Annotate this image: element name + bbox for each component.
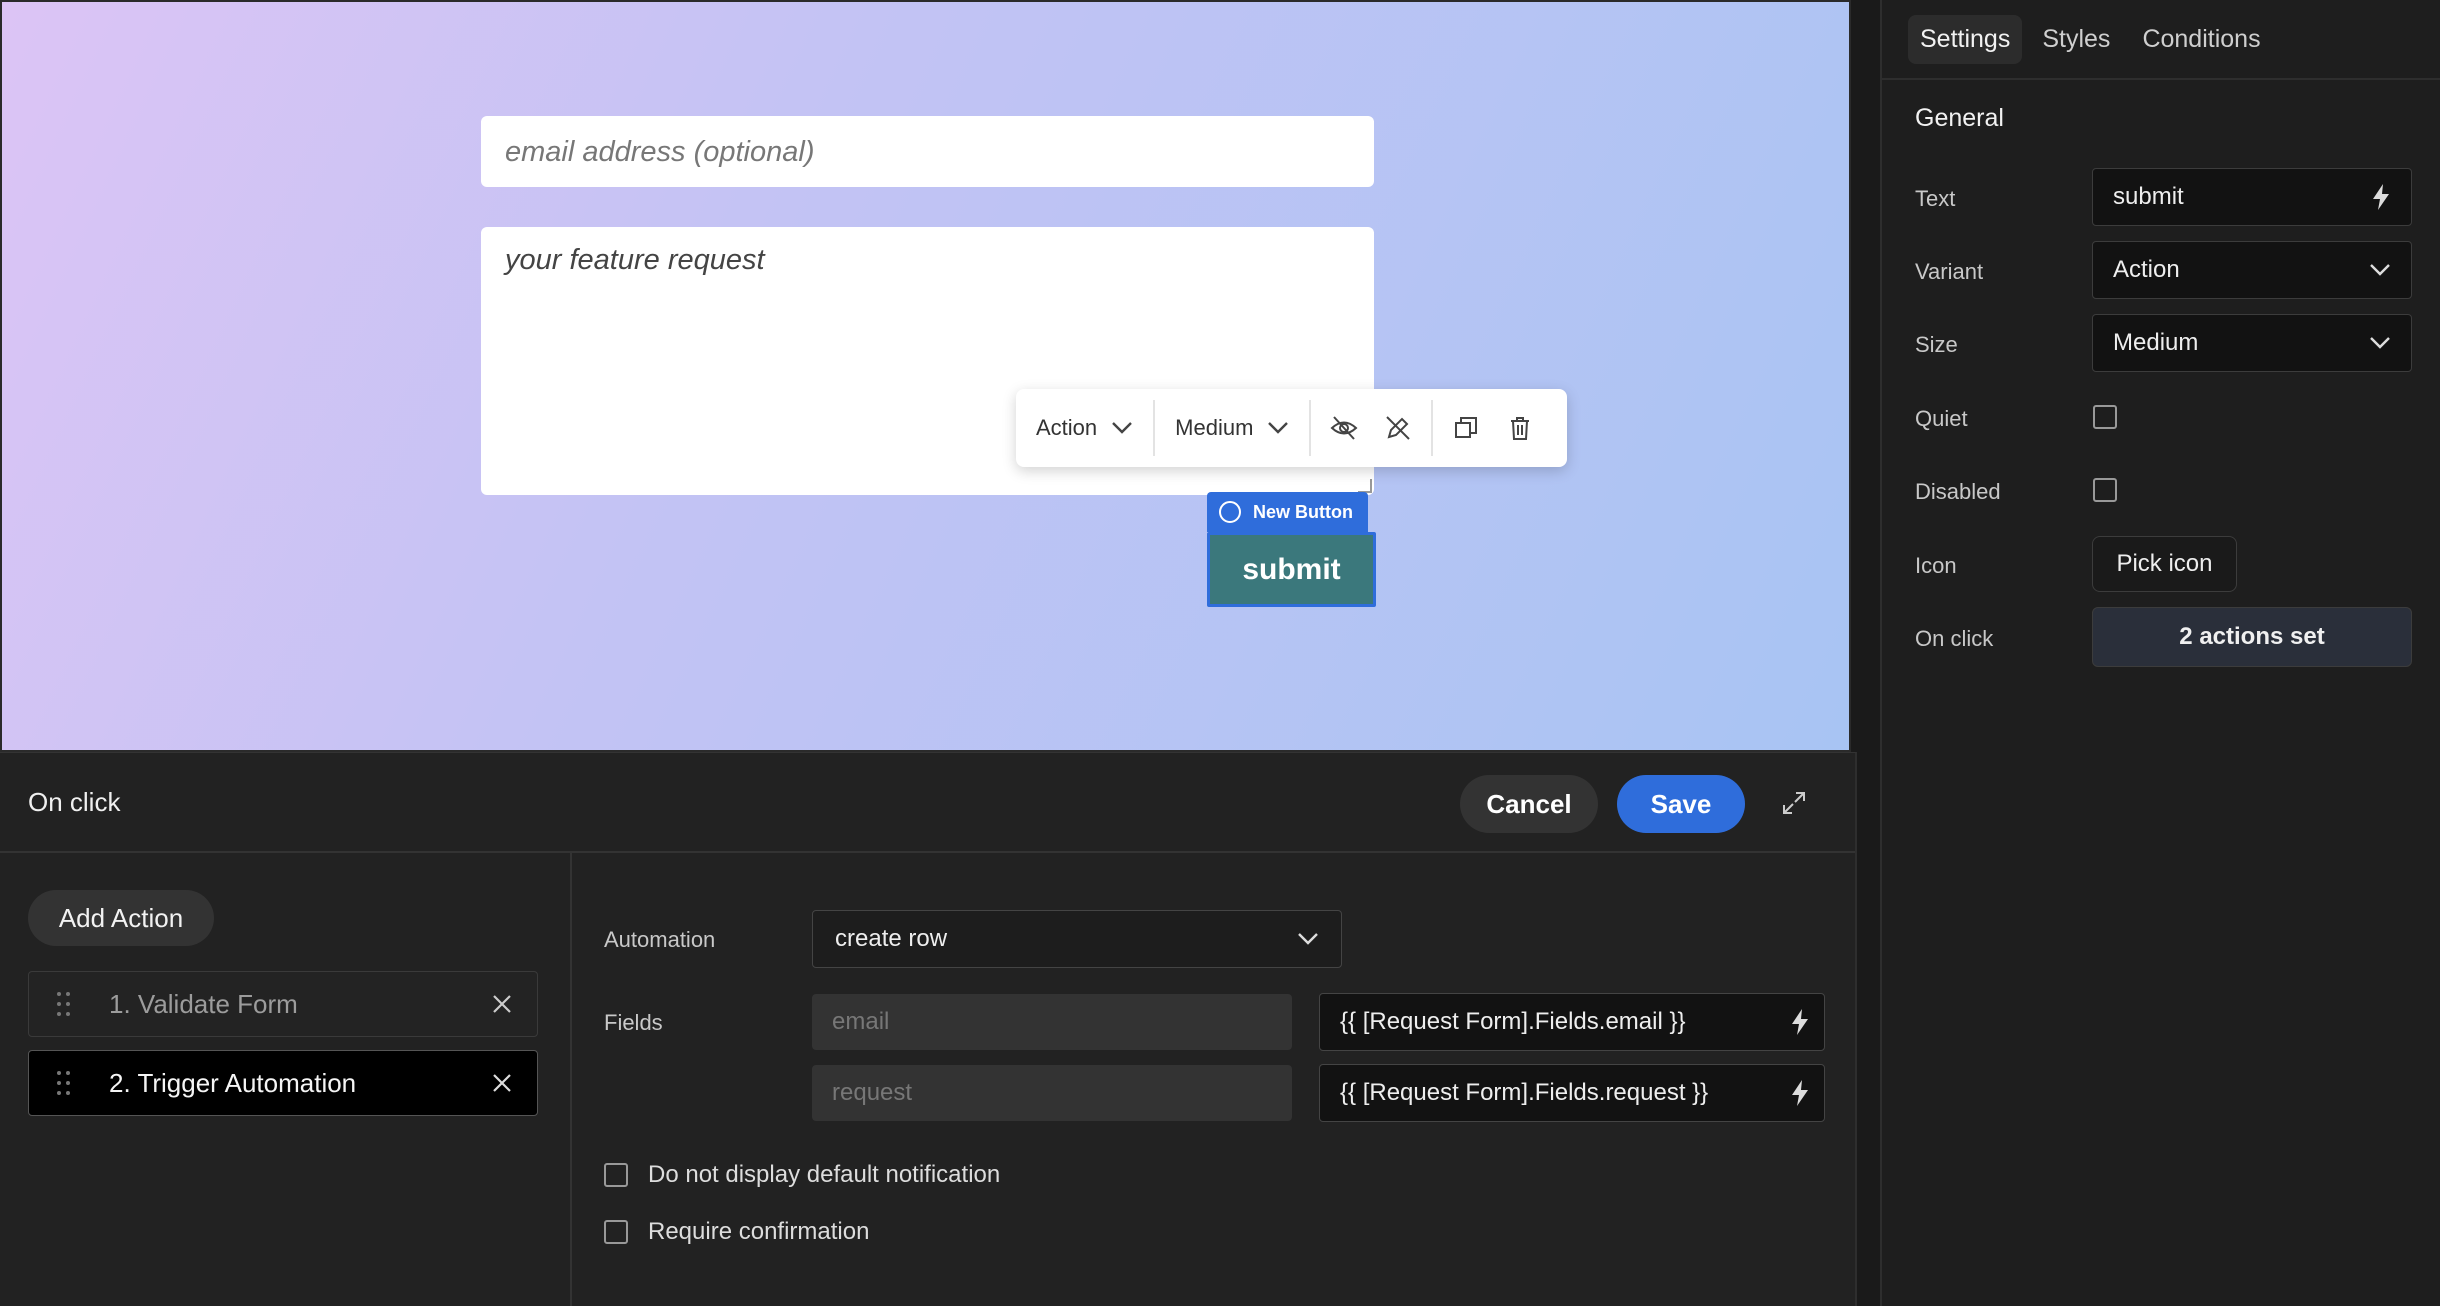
tab-conditions[interactable]: Conditions <box>2130 15 2272 64</box>
size-select-value: Medium <box>2113 329 2199 356</box>
size-select[interactable]: Medium <box>2092 314 2412 372</box>
action-config-column: Automation create row Fields email {{ [R… <box>574 853 1857 1306</box>
action-label: 1. Validate Form <box>109 988 298 1019</box>
actions-list-column: Add Action 1. Validate Form 2. Trigger A… <box>0 853 572 1306</box>
component-name-tag[interactable]: New Button <box>1207 492 1368 532</box>
require-confirmation-option[interactable]: Require confirmation <box>604 1218 869 1246</box>
eye-off-icon[interactable] <box>1329 413 1359 443</box>
component-toolbar: Action Medium <box>1016 389 1567 467</box>
quiet-label: Quiet <box>1915 406 1968 431</box>
drag-handle-icon[interactable] <box>57 1071 71 1095</box>
resize-grip-icon[interactable] <box>1358 479 1372 493</box>
duplicate-icon[interactable] <box>1451 413 1481 443</box>
automation-select-value: create row <box>835 925 948 952</box>
pick-icon-button[interactable]: Pick icon <box>2092 536 2237 592</box>
text-input[interactable]: submit <box>2092 168 2412 226</box>
action-item[interactable]: 1. Validate Form <box>28 971 538 1037</box>
text-input-value: submit <box>2113 183 2184 210</box>
onclick-actions-panel: On click Cancel Save Add Action 1. Valid… <box>0 752 1857 1306</box>
fields-label: Fields <box>604 1010 663 1035</box>
tab-settings[interactable]: Settings <box>1908 14 2023 64</box>
action-item-selected[interactable]: 2. Trigger Automation <box>28 1050 538 1116</box>
expand-icon[interactable] <box>1778 787 1810 819</box>
size-label: Size <box>1915 332 1958 357</box>
lightning-bolt-icon[interactable] <box>2371 183 2391 211</box>
automation-label: Automation <box>604 927 716 952</box>
toolbar-variant-value: Action <box>1036 415 1098 440</box>
panel-header: On click Cancel Save <box>0 753 1855 853</box>
component-name-label: New Button <box>1253 501 1353 522</box>
chevron-down-icon <box>1268 422 1289 434</box>
toolbar-variant-select[interactable]: Action <box>1016 389 1153 467</box>
field-key-input[interactable]: email <box>812 994 1292 1050</box>
quiet-checkbox[interactable] <box>2093 405 2117 429</box>
field-value-input[interactable]: {{ [Request Form].Fields.request }} <box>1319 1064 1825 1122</box>
variant-label: Variant <box>1915 259 1984 284</box>
automation-select[interactable]: create row <box>812 910 1342 968</box>
lightning-bolt-icon[interactable] <box>1790 1008 1810 1036</box>
chevron-down-icon <box>1298 933 1318 945</box>
disabled-checkbox[interactable] <box>2093 478 2117 502</box>
email-input[interactable]: email address (optional) <box>481 116 1374 187</box>
panel-title: On click <box>28 787 121 817</box>
variant-select[interactable]: Action <box>2092 241 2412 299</box>
trash-icon[interactable] <box>1505 413 1535 443</box>
drag-handle-icon[interactable] <box>57 992 71 1016</box>
chevron-down-icon <box>2370 264 2390 276</box>
close-icon[interactable] <box>491 993 513 1015</box>
field-key-input[interactable]: request <box>812 1065 1292 1121</box>
action-label: 2. Trigger Automation <box>109 1067 357 1098</box>
onclick-actions-button[interactable]: 2 actions set <box>2092 607 2412 667</box>
field-value-text: {{ [Request Form].Fields.email }} <box>1340 1008 1686 1035</box>
variant-select-value: Action <box>2113 256 2180 283</box>
section-heading: General <box>1915 104 2004 132</box>
close-icon[interactable] <box>491 1072 513 1094</box>
save-button[interactable]: Save <box>1617 775 1745 833</box>
textarea-placeholder: your feature request <box>505 244 765 276</box>
text-label: Text <box>1915 186 1956 211</box>
app-preview-canvas: email address (optional) your feature re… <box>0 0 1851 752</box>
lightning-bolt-icon[interactable] <box>1790 1079 1810 1107</box>
circle-icon <box>1219 501 1241 523</box>
pencil-off-icon[interactable] <box>1383 413 1413 443</box>
toolbar-size-select[interactable]: Medium <box>1155 389 1309 467</box>
add-action-button[interactable]: Add Action <box>28 890 214 946</box>
settings-tabs: Settings Styles Conditions <box>1882 0 2440 80</box>
checkbox[interactable] <box>604 1220 628 1244</box>
disabled-label: Disabled <box>1915 479 2001 504</box>
onclick-label: On click <box>1915 626 1994 651</box>
toolbar-size-value: Medium <box>1175 415 1254 440</box>
checkbox[interactable] <box>604 1163 628 1187</box>
field-value-input[interactable]: {{ [Request Form].Fields.email }} <box>1319 993 1825 1051</box>
default-notification-option[interactable]: Do not display default notification <box>604 1161 1000 1189</box>
field-value-text: {{ [Request Form].Fields.request }} <box>1340 1079 1709 1106</box>
chevron-down-icon <box>2370 337 2390 349</box>
tab-styles[interactable]: Styles <box>2030 15 2122 64</box>
icon-label: Icon <box>1915 553 1957 578</box>
option-label: Require confirmation <box>648 1218 870 1245</box>
chevron-down-icon <box>1112 422 1133 434</box>
submit-button-preview[interactable]: submit <box>1207 532 1376 607</box>
option-label: Do not display default notification <box>648 1161 1001 1188</box>
settings-panel: Settings Styles Conditions General Text … <box>1880 0 2440 1306</box>
cancel-button[interactable]: Cancel <box>1460 775 1598 833</box>
